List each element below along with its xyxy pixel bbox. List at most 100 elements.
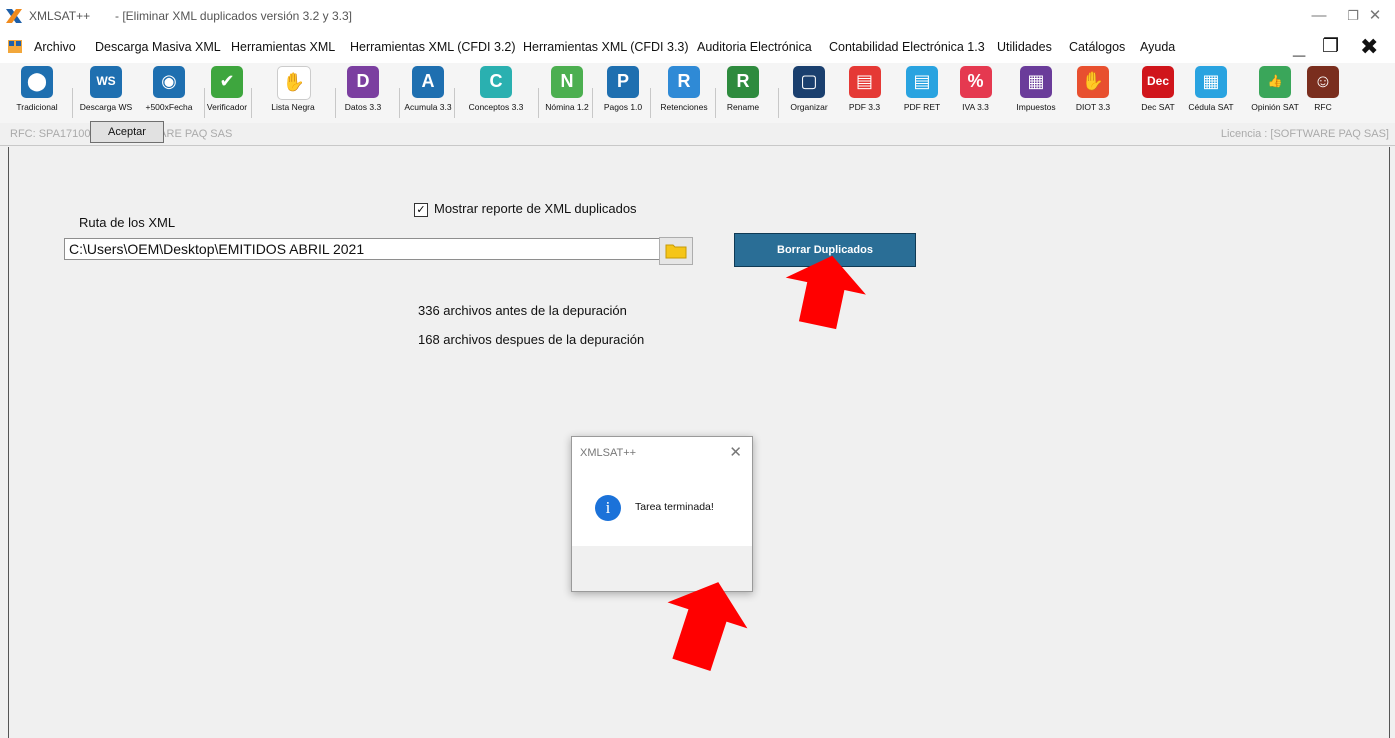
toolbar-separator — [538, 88, 539, 118]
toolbar-label: Conceptos 3.3 — [468, 102, 524, 112]
toolbar-button-n-mina-1-2[interactable]: N Nómina 1.2 — [540, 66, 594, 120]
toolbar-label: PDF RET — [903, 102, 941, 112]
menu-herramientas-cfdi32[interactable]: Herramientas XML (CFDI 3.2) — [350, 40, 516, 54]
document-title: - [Eliminar XML duplicados versión 3.2 y… — [115, 9, 352, 23]
toolbar-label: Descarga WS — [79, 102, 133, 112]
toolbar-separator — [204, 88, 205, 118]
toolbar-icon: ✋ — [277, 66, 311, 100]
toolbar-icon: ✔ — [211, 66, 243, 98]
mdi-restore-icon[interactable]: ❐ — [1322, 36, 1339, 58]
red-arrow-icon — [667, 582, 748, 672]
toolbar-label: Retenciones — [660, 102, 708, 112]
toolbar-button-verificador[interactable]: ✔ Verificador — [205, 66, 249, 120]
toolbar-icon: R — [668, 66, 700, 98]
path-label: Ruta de los XML — [79, 215, 176, 230]
toolbar-label: Tradicional — [16, 102, 58, 112]
toolbar-icon: A — [412, 66, 444, 98]
toolbar-icon: N — [551, 66, 583, 98]
menu-archivo[interactable]: Archivo — [34, 40, 76, 54]
toolbar-label: IVA 3.3 — [962, 102, 989, 112]
message-dialog: XMLSAT++ ✕ i Tarea terminada! — [571, 436, 753, 592]
menu-descarga-masiva[interactable]: Descarga Masiva XML — [95, 40, 221, 54]
browse-folder-button[interactable] — [659, 237, 693, 265]
toolbar-separator — [715, 88, 716, 118]
folder-icon — [665, 244, 687, 259]
toolbar-button-dec-sat[interactable]: Dec Dec SAT — [1135, 66, 1181, 120]
toolbar-icon: C — [480, 66, 512, 98]
toolbar-label: Cédula SAT — [1188, 102, 1234, 112]
red-arrow-icon — [785, 255, 866, 330]
toolbar-icon: D — [347, 66, 379, 98]
toolbar-button-retenciones[interactable]: R Retenciones — [653, 66, 715, 120]
toolbar-separator — [454, 88, 455, 118]
toolbar-separator — [592, 88, 593, 118]
toolbar-icon: ⬤ — [21, 66, 53, 98]
toolbar-separator — [251, 88, 252, 118]
toolbar-button-pdf-ret[interactable]: ▤ PDF RET — [897, 66, 947, 120]
toolbar-button-rename[interactable]: R Rename — [718, 66, 768, 120]
toolbar-button-pagos-1-0[interactable]: P Pagos 1.0 — [594, 66, 652, 120]
menu-herramientas-cfdi33[interactable]: Herramientas XML (CFDI 3.3) — [523, 40, 689, 54]
dialog-close-icon[interactable]: ✕ — [729, 443, 742, 461]
toolbar-separator — [650, 88, 651, 118]
toolbar-button-lista-negra[interactable]: ✋ Lista Negra — [253, 66, 333, 120]
toolbar-button-impuestos[interactable]: ▦ Impuestos — [1011, 66, 1061, 120]
menu-catalogos[interactable]: Catálogos — [1069, 40, 1125, 54]
toolbar-icon: ▦ — [1020, 66, 1052, 98]
toolbar-icon: ▤ — [848, 66, 881, 98]
toolbar-button-c-dula-sat[interactable]: ▦ Cédula SAT — [1182, 66, 1240, 120]
toolbar-button-conceptos-3-3[interactable]: C Conceptos 3.3 — [456, 66, 536, 120]
show-report-checkbox[interactable]: ✓ — [414, 203, 428, 217]
dialog-title: XMLSAT++ — [580, 447, 637, 459]
toolbar-icon: ✋ — [1077, 66, 1109, 98]
toolbar-icon: WS — [90, 66, 122, 98]
toolbar-label: Organizar — [790, 102, 828, 112]
toolbar-button-datos-3-3[interactable]: D Datos 3.3 — [339, 66, 387, 120]
toolbar-separator — [778, 88, 779, 118]
toolbar-button-iva-3-3[interactable]: % IVA 3.3 — [953, 66, 998, 120]
toolbar-label: PDF 3.3 — [848, 102, 881, 112]
toolbar-button-organizar[interactable]: ▢ Organizar — [781, 66, 837, 120]
app-logo-icon — [6, 9, 22, 23]
mdi-minimize-icon[interactable]: _ — [1293, 36, 1305, 58]
menu-herramientas-xml[interactable]: Herramientas XML — [231, 40, 335, 54]
toolbar-separator — [399, 88, 400, 118]
toolbar-button-tradicional[interactable]: ⬤ Tradicional — [8, 66, 66, 120]
toolbar-icon: Dec — [1142, 66, 1174, 98]
toolbar-button-descarga-ws[interactable]: WS Descarga WS — [76, 66, 136, 120]
toolbar-label: RFC — [1314, 102, 1332, 112]
menu-auditoria[interactable]: Auditoria Electrónica — [697, 40, 812, 54]
toolbar-button-acumula-3-3[interactable]: A Acumula 3.3 — [402, 66, 454, 120]
toolbar-label: DIOT 3.3 — [1075, 102, 1111, 112]
toolbar-icon: R — [727, 66, 759, 98]
toolbar-button-diot-3-3[interactable]: ✋ DIOT 3.3 — [1068, 66, 1118, 120]
accept-button[interactable]: Aceptar — [90, 121, 164, 143]
toolbar-label: +500xFecha — [145, 102, 193, 112]
toolbar-icon: P — [607, 66, 639, 98]
toolbar-icon: ◉ — [153, 66, 185, 98]
toolbar-separator — [72, 88, 73, 118]
toolbar-icon: 👍 — [1259, 66, 1291, 98]
toolbar-icon: ▦ — [1195, 66, 1227, 98]
menu-contabilidad[interactable]: Contabilidad Electrónica 1.3 — [829, 40, 985, 54]
toolbar-button--500xfecha[interactable]: ◉ +500xFecha — [139, 66, 199, 120]
toolbar-label: Rename — [726, 102, 760, 112]
info-icon: i — [595, 495, 621, 521]
toolbar-icon: ☺ — [1307, 66, 1339, 98]
menu-utilidades[interactable]: Utilidades — [997, 40, 1052, 54]
toolbar-label: Datos 3.3 — [344, 102, 382, 112]
toolbar-label: Lista Negra — [271, 102, 315, 112]
close-icon[interactable]: ✕ — [1352, 4, 1395, 28]
toolbar-icon: ▤ — [906, 66, 938, 98]
mdi-window-icon[interactable] — [8, 40, 22, 53]
files-before-text: 336 archivos antes de la depuración — [418, 303, 627, 318]
toolbar-icon: ▢ — [793, 66, 825, 98]
toolbar-label: Impuestos — [1016, 102, 1056, 112]
mdi-close-icon[interactable]: ✖ — [1360, 36, 1378, 58]
show-report-label: Mostrar reporte de XML duplicados — [434, 201, 637, 216]
toolbar-button-rfc[interactable]: ☺ RFC — [1301, 66, 1345, 120]
path-input[interactable] — [64, 238, 662, 260]
menu-ayuda[interactable]: Ayuda — [1140, 40, 1175, 54]
files-after-text: 168 archivos despues de la depuración — [418, 332, 645, 347]
toolbar-button-pdf-3-3[interactable]: ▤ PDF 3.3 — [842, 66, 887, 120]
